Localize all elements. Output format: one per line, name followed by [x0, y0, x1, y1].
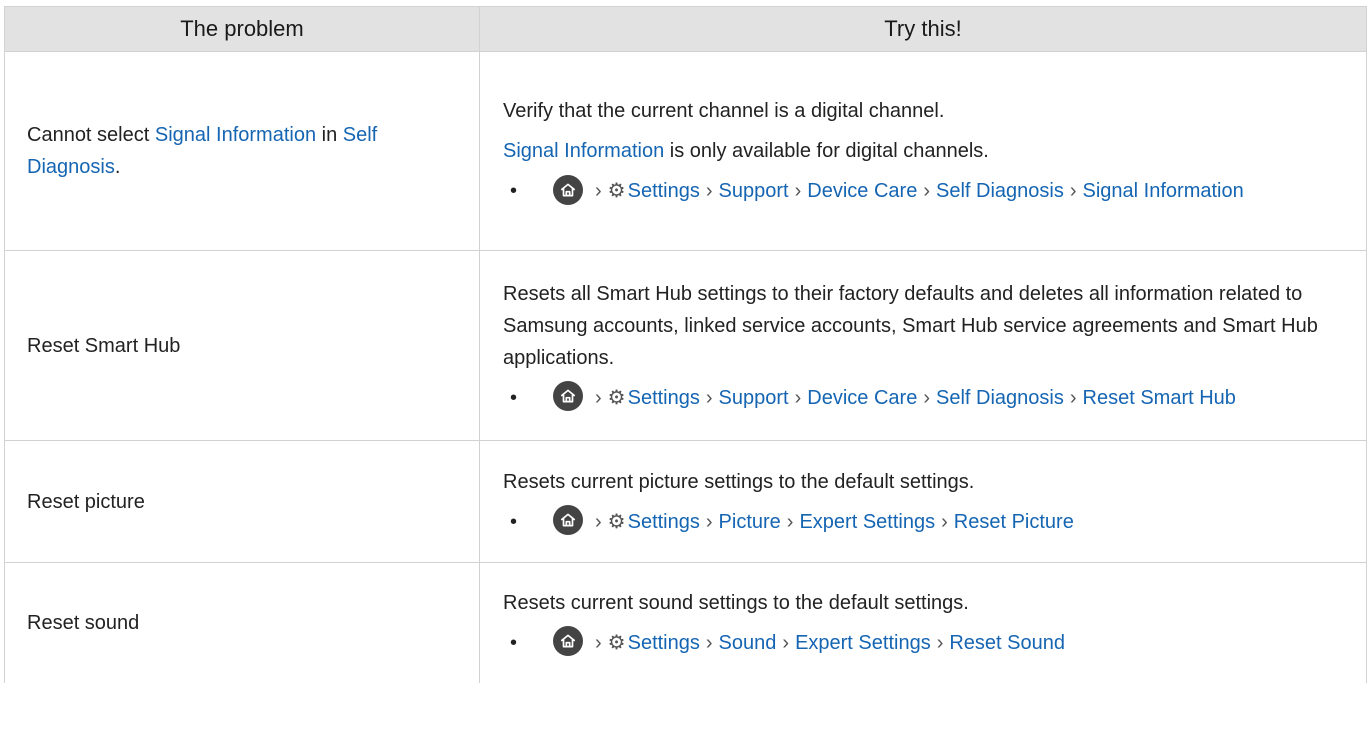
menu-path: • › ⚙ Settings › Support › Device Care › Self Dia…: [503, 381, 1350, 414]
solution-cell: Verify that the current channel is a dig…: [479, 51, 1367, 251]
menu-path-link[interactable]: Settings: [628, 180, 700, 202]
chevron-right-icon: ›: [705, 386, 713, 409]
menu-path-link[interactable]: Sound: [719, 632, 777, 654]
bullet-icon: •: [510, 631, 518, 654]
chevron-right-icon: ›: [794, 386, 802, 409]
chevron-right-icon: ›: [782, 631, 790, 654]
menu-path-link[interactable]: Expert Settings: [799, 511, 935, 533]
troubleshooting-table: The problem Try this! Cannot select Sign…: [4, 6, 1367, 683]
header-problem: The problem: [4, 6, 480, 52]
menu-path-link[interactable]: Support: [719, 387, 789, 409]
chevron-right-icon: ›: [595, 510, 602, 533]
menu-path-link[interactable]: Expert Settings: [795, 632, 931, 654]
gear-icon: ⚙: [607, 180, 626, 202]
table-row: Reset Smart Hub Resets all Smart Hub set…: [4, 250, 1367, 441]
header-solution: Try this!: [479, 6, 1367, 52]
menu-path-link[interactable]: Support: [719, 180, 789, 202]
gear-icon: ⚙: [607, 631, 626, 654]
menu-path-link[interactable]: Settings: [628, 511, 700, 533]
bullet-icon: •: [510, 510, 518, 533]
menu-path-link[interactable]: Reset Sound: [949, 632, 1065, 654]
solution-text: Signal Information is only available for…: [503, 135, 1350, 167]
solution-cell: Resets current sound settings to the def…: [479, 562, 1367, 683]
problem-text: Cannot select: [27, 124, 155, 146]
chevron-right-icon: ›: [595, 180, 602, 202]
solution-cell: Resets all Smart Hub settings to their f…: [479, 250, 1367, 441]
chevron-right-icon: ›: [595, 386, 602, 409]
problem-cell: Reset picture: [4, 440, 480, 563]
menu-path-link[interactable]: Self Diagnosis: [936, 387, 1064, 409]
signal-information-link[interactable]: Signal Information: [155, 124, 316, 146]
signal-information-link[interactable]: Signal Information: [503, 140, 664, 162]
bullet-icon: •: [510, 386, 518, 409]
menu-path-link[interactable]: Signal Information: [1083, 180, 1244, 202]
table-header-row: The problem Try this!: [4, 6, 1367, 52]
chevron-right-icon: ›: [923, 180, 930, 202]
solution-text: Resets all Smart Hub settings to their f…: [503, 282, 1318, 369]
menu-path-link[interactable]: Picture: [719, 511, 781, 533]
gear-icon: ⚙: [607, 510, 626, 533]
solution-cell: Resets current picture settings to the d…: [479, 440, 1367, 563]
chevron-right-icon: ›: [923, 386, 930, 409]
chevron-right-icon: ›: [595, 631, 602, 654]
menu-path-link[interactable]: Settings: [628, 387, 700, 409]
home-icon[interactable]: [553, 626, 583, 657]
table-row: Cannot select Signal Information in Self…: [4, 51, 1367, 251]
chevron-right-icon: ›: [1069, 180, 1077, 202]
table-row: Reset picture Resets current picture set…: [4, 440, 1367, 563]
solution-text: Verify that the current channel is a dig…: [503, 100, 945, 122]
menu-path-link[interactable]: Settings: [628, 632, 700, 654]
chevron-right-icon: ›: [941, 510, 948, 533]
menu-path-link[interactable]: Reset Picture: [954, 511, 1074, 533]
chevron-right-icon: ›: [705, 631, 713, 654]
menu-path-link[interactable]: Device Care: [807, 180, 917, 202]
menu-path: • › ⚙ Settings › Sound › Expert Settings › Reset …: [503, 626, 1350, 659]
problem-text: in: [316, 124, 343, 146]
solution-text-rest: is only available for digital channels.: [664, 140, 989, 162]
menu-path: • › ⚙ Settings › Picture › Expert Settings › Rese…: [503, 505, 1350, 538]
chevron-right-icon: ›: [1069, 386, 1077, 409]
bullet-icon: •: [510, 180, 518, 202]
solution-text: Resets current sound settings to the def…: [503, 591, 969, 614]
gear-icon: ⚙: [607, 386, 626, 409]
home-icon[interactable]: [553, 505, 583, 536]
home-icon[interactable]: [553, 174, 583, 205]
home-icon[interactable]: [553, 381, 583, 412]
solution-text: Resets current picture settings to the d…: [503, 470, 975, 493]
chevron-right-icon: ›: [936, 631, 944, 654]
chevron-right-icon: ›: [786, 510, 794, 533]
menu-path: • › ⚙ Settings › Support › Device Care › Self Dia…: [503, 174, 1350, 207]
menu-path-link[interactable]: Device Care: [807, 387, 917, 409]
menu-path-link[interactable]: Self Diagnosis: [936, 180, 1064, 202]
chevron-right-icon: ›: [705, 510, 713, 533]
problem-cell: Cannot select Signal Information in Self…: [4, 51, 480, 251]
chevron-right-icon: ›: [705, 180, 713, 202]
table-row: Reset sound Resets current sound setting…: [4, 562, 1367, 683]
problem-cell: Reset sound: [4, 562, 480, 683]
menu-path-link[interactable]: Reset Smart Hub: [1083, 387, 1236, 409]
problem-cell: Reset Smart Hub: [4, 250, 480, 441]
chevron-right-icon: ›: [794, 180, 802, 202]
problem-text: .: [114, 156, 121, 178]
